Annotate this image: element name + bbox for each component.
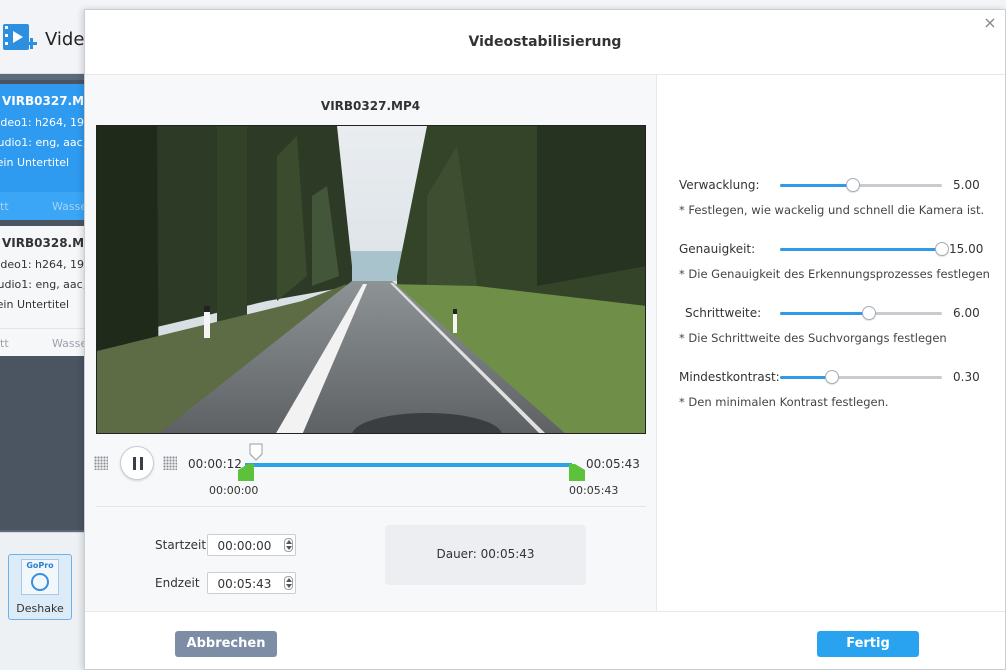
shakiness-slider-knob[interactable] — [845, 178, 860, 192]
stabilization-dialog: Videostabilisierung × VIRB0327.MP4 00:00… — [84, 9, 1006, 670]
stepsize-slider-knob[interactable] — [862, 306, 877, 320]
start-time-field[interactable]: 00:00:00 — [207, 534, 296, 556]
duration-text: Dauer: 00:05:43 — [436, 547, 535, 561]
pause-button[interactable] — [120, 446, 154, 480]
subtitle-info: Kein Untertitel — [0, 156, 70, 169]
footer-divider — [85, 611, 1005, 612]
accuracy-slider-fill — [780, 248, 942, 251]
gopro-camera-icon: GoPro — [21, 559, 59, 595]
accuracy-value: 15.00 — [949, 242, 984, 256]
subtitle-info: Kein Untertitel — [0, 298, 70, 311]
cut-button[interactable]: Schnitt — [0, 200, 9, 213]
accuracy-description: * Die Genauigkeit des Erkennungsprozesse… — [679, 267, 990, 281]
file-actions: Schnitt Wasserzeichen — [0, 328, 84, 356]
gopro-brand-label: GoPro — [26, 561, 54, 570]
done-button[interactable]: Fertig — [817, 631, 919, 657]
duration-box: Dauer: 00:05:43 — [385, 525, 586, 585]
file-name: VIRB0328.MP4 — [2, 236, 84, 250]
shakiness-value: 5.00 — [953, 178, 980, 192]
accuracy-slider[interactable] — [780, 242, 949, 256]
video-track-info: Video1: h264, 1920x1080 — [0, 258, 84, 271]
video-preview[interactable] — [96, 125, 646, 434]
range-end-time: 00:05:43 — [569, 484, 619, 497]
watermark-button[interactable]: Wasserzeichen — [52, 337, 84, 350]
video-converter-logo-icon — [3, 24, 37, 50]
end-time-label: Endzeit — [155, 576, 200, 590]
start-time-value: 00:00:00 — [217, 539, 272, 553]
timeline-divider — [96, 506, 646, 507]
stepsize-value: 6.00 — [953, 306, 980, 320]
accuracy-label: Genauigkeit: — [679, 242, 756, 256]
timeline-track[interactable] — [245, 463, 572, 467]
total-time: 00:05:43 — [586, 457, 640, 471]
close-icon[interactable]: × — [983, 15, 997, 31]
column-divider — [656, 74, 657, 612]
video-track-info: Video1: h264, 1920x1080 — [0, 116, 84, 129]
mincontrast-value: 0.30 — [953, 370, 980, 384]
shakiness-slider[interactable] — [780, 178, 942, 192]
current-time: 00:00:12 — [188, 457, 242, 471]
timeline-grip-left-icon — [94, 456, 108, 470]
file-name: VIRB0327.MP4 — [2, 94, 84, 108]
stepsize-slider[interactable] — [780, 306, 942, 320]
watermark-button[interactable]: Wasserzeichen — [52, 200, 84, 213]
deshake-label: Deshake — [16, 602, 64, 615]
audio-track-info: Audio1: eng, aac, 0 — [0, 136, 84, 149]
audio-track-info: Audio1: eng, aac, 0 — [0, 278, 84, 291]
mincontrast-label: Mindestkontrast: — [679, 370, 780, 384]
shakiness-description: * Festlegen, wie wackelig und schnell di… — [679, 203, 985, 217]
playhead-thumb[interactable] — [249, 443, 263, 461]
cut-button[interactable]: Schnitt — [0, 337, 9, 350]
file-item[interactable]: VIRB0328.MP4 Video1: h264, 1920x1080 Aud… — [0, 226, 84, 356]
road-scene-image — [97, 126, 645, 433]
end-time-value: 00:05:43 — [217, 577, 272, 591]
mincontrast-description: * Den minimalen Kontrast festlegen. — [679, 395, 889, 409]
mincontrast-slider[interactable] — [780, 370, 942, 384]
stepsize-label: Schrittweite: — [685, 306, 762, 320]
dialog-title: Videostabilisierung — [468, 34, 622, 50]
end-time-field[interactable]: 00:05:43 — [207, 572, 296, 594]
end-time-stepper-icon[interactable] — [284, 576, 293, 590]
stepsize-slider-fill — [780, 312, 870, 315]
preview-pane: VIRB0327.MP4 00:00:12 00:05:43 00:00:00 … — [85, 75, 656, 611]
toolbox: GoPro Deshake — [0, 532, 84, 670]
file-list: VIRB0327.MP4 Video1: h264, 1920x1080 Aud… — [0, 80, 84, 530]
accuracy-slider-knob[interactable] — [935, 242, 949, 256]
deshake-tool-button[interactable]: GoPro Deshake — [8, 554, 72, 620]
file-actions: Schnitt Wasserzeichen — [0, 192, 84, 220]
start-time-label: Startzeit — [155, 538, 207, 552]
file-item-selected[interactable]: VIRB0327.MP4 Video1: h264, 1920x1080 Aud… — [0, 84, 84, 220]
stepsize-description: * Die Schrittweite des Suchvorgangs fest… — [679, 331, 947, 345]
pause-icon — [133, 457, 136, 470]
range-start-time: 00:00:00 — [209, 484, 259, 497]
camera-lens-icon — [31, 573, 49, 591]
trim-start-handle[interactable] — [238, 464, 254, 481]
shakiness-slider-fill — [780, 184, 853, 187]
shakiness-label: Verwacklung: — [679, 178, 760, 192]
preview-file-name: VIRB0327.MP4 — [320, 99, 421, 113]
timeline-grip-right-icon — [163, 456, 177, 470]
cancel-button[interactable]: Abbrechen — [175, 631, 277, 657]
mincontrast-slider-knob[interactable] — [824, 370, 839, 384]
start-time-stepper-icon[interactable] — [284, 538, 293, 552]
trim-end-handle[interactable] — [569, 464, 585, 481]
pause-icon-bar — [140, 457, 143, 470]
